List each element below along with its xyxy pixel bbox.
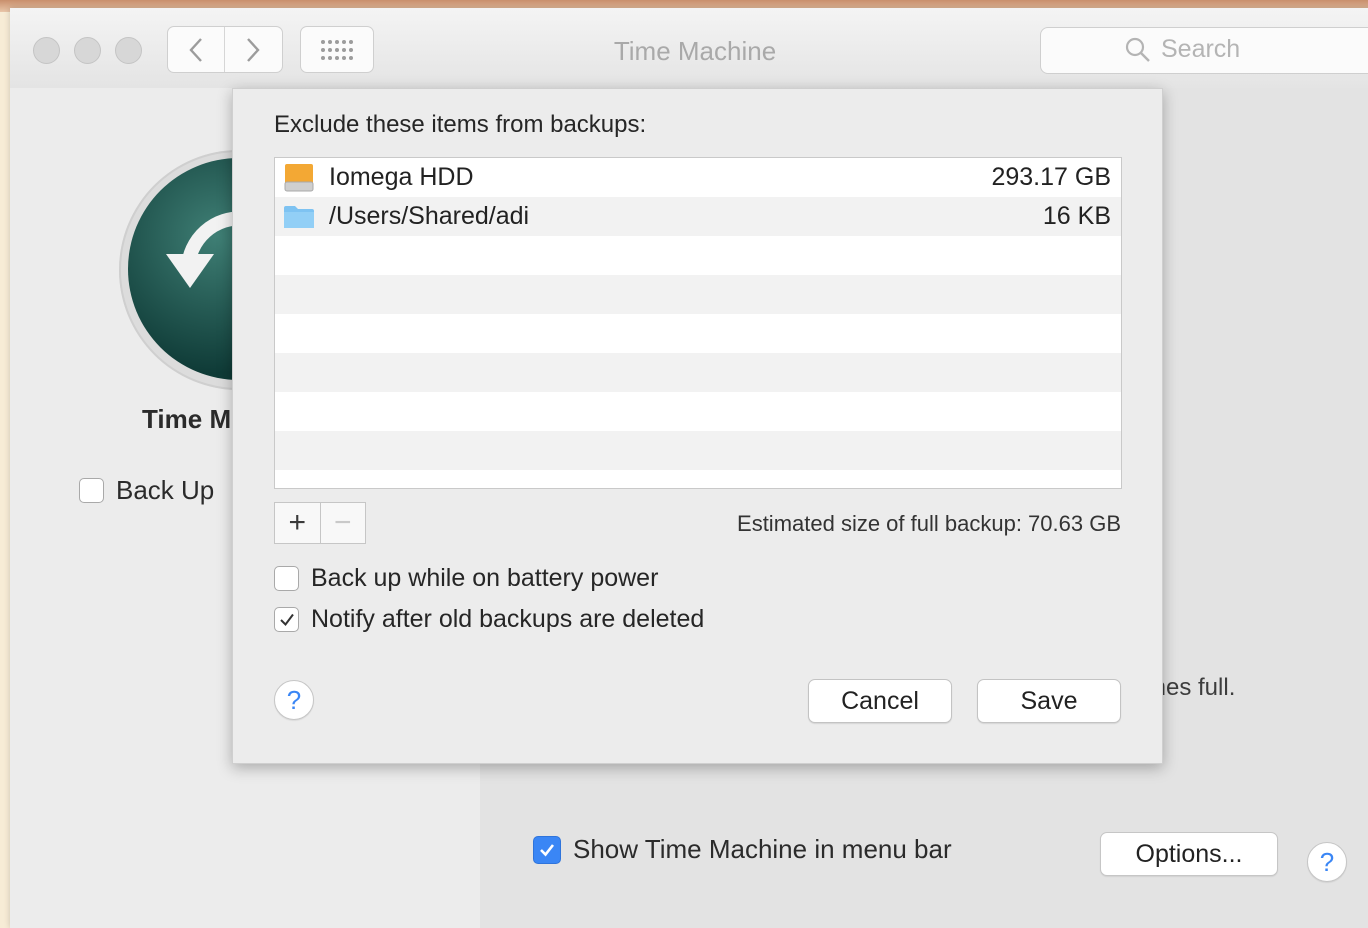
empty-row xyxy=(275,353,1121,392)
checkmark-icon xyxy=(540,843,555,856)
list-item[interactable]: Iomega HDD 293.17 GB xyxy=(275,158,1121,197)
empty-row xyxy=(275,431,1121,470)
options-button[interactable]: Options... xyxy=(1100,832,1278,876)
exclusion-list[interactable]: Iomega HDD 293.17 GB /Users/Shared/adi 1… xyxy=(274,157,1122,489)
folder-icon xyxy=(283,204,315,230)
empty-row xyxy=(275,470,1121,488)
battery-label: Back up while on battery power xyxy=(311,564,659,592)
show-menubar-label: Show Time Machine in menu bar xyxy=(573,834,952,864)
show-all-button[interactable] xyxy=(300,26,374,73)
item-size: 293.17 GB xyxy=(991,163,1111,191)
list-item[interactable]: /Users/Shared/adi 16 KB xyxy=(275,197,1121,236)
close-button[interactable] xyxy=(33,37,60,64)
back-forward-control xyxy=(167,26,283,73)
forward-button[interactable] xyxy=(225,27,281,72)
sheet-heading: Exclude these items from backups: xyxy=(274,111,647,138)
backup-checkbox[interactable] xyxy=(79,478,104,503)
title-bar: Time Machine Search xyxy=(10,8,1368,89)
battery-checkbox[interactable] xyxy=(274,566,299,591)
show-menubar-option[interactable]: Show Time Machine in menu bar xyxy=(533,834,952,865)
empty-row xyxy=(275,314,1121,353)
search-icon xyxy=(1125,37,1150,62)
hard-drive-icon xyxy=(283,163,315,193)
add-item-button[interactable]: + xyxy=(275,503,321,543)
checkmark-icon xyxy=(279,613,294,626)
chevron-left-icon xyxy=(189,37,202,62)
zoom-button[interactable] xyxy=(115,37,142,64)
notify-label: Notify after old backups are deleted xyxy=(311,605,705,633)
remove-item-button[interactable]: − xyxy=(321,503,366,543)
item-size: 16 KB xyxy=(1042,202,1111,230)
save-button[interactable]: Save xyxy=(977,679,1121,723)
exclusions-sheet: Exclude these items from backups: Iomega… xyxy=(232,88,1163,764)
help-button[interactable]: ? xyxy=(1307,842,1347,882)
empty-row xyxy=(275,236,1121,275)
backup-checkbox-label: Back Up xyxy=(116,475,215,505)
empty-row xyxy=(275,275,1121,314)
item-name: /Users/Shared/adi xyxy=(329,202,530,230)
notify-option[interactable]: Notify after old backups are deleted xyxy=(274,605,704,634)
add-remove-control: + − xyxy=(274,502,366,544)
search-placeholder: Search xyxy=(1161,35,1241,63)
cancel-button[interactable]: Cancel xyxy=(808,679,952,723)
item-name: Iomega HDD xyxy=(329,163,474,191)
battery-option[interactable]: Back up while on battery power xyxy=(274,564,658,593)
search-field[interactable]: Search xyxy=(1040,27,1368,74)
empty-row xyxy=(275,392,1121,431)
estimated-size-text: Estimated size of full backup: 70.63 GB xyxy=(737,511,1121,536)
backup-automatically-option[interactable]: Back Up xyxy=(79,475,214,506)
notify-checkbox[interactable] xyxy=(274,607,299,632)
back-button[interactable] xyxy=(168,27,225,72)
time-machine-title: Time M xyxy=(142,404,232,434)
chevron-right-icon xyxy=(247,37,260,62)
grid-icon xyxy=(321,39,353,60)
show-menubar-checkbox[interactable] xyxy=(533,835,561,864)
window-title: Time Machine xyxy=(613,36,777,66)
sheet-help-button[interactable]: ? xyxy=(274,680,314,720)
minimize-button[interactable] xyxy=(74,37,101,64)
